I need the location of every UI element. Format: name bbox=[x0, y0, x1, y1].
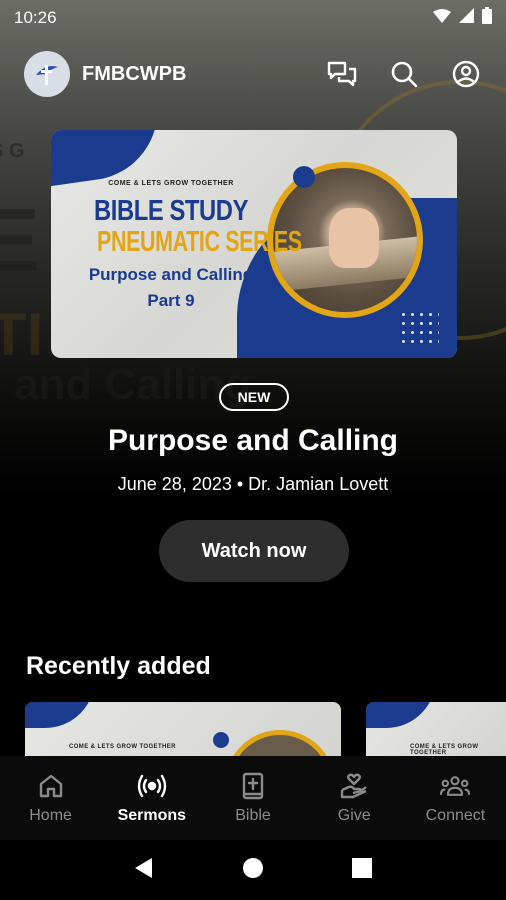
nav-home-label: Home bbox=[29, 807, 72, 824]
nav-give[interactable]: Give bbox=[304, 756, 405, 840]
recents-icon[interactable] bbox=[352, 857, 372, 883]
card-series: PNEUMATIC SERIES bbox=[97, 226, 302, 258]
background-ghost-text: TI bbox=[0, 301, 44, 368]
background-ghost-text: S G bbox=[0, 140, 25, 162]
people-icon bbox=[440, 771, 471, 801]
battery-icon bbox=[482, 7, 492, 29]
recent-card-kicker: COME & LETS GROW TOGETHER bbox=[69, 744, 176, 750]
home-icon bbox=[36, 771, 66, 801]
card-kicker: COME & LETS GROW TOGETHER bbox=[108, 180, 234, 187]
new-badge: NEW bbox=[219, 383, 289, 411]
watch-now-button[interactable]: Watch now bbox=[159, 520, 349, 582]
nav-connect[interactable]: Connect bbox=[405, 756, 506, 840]
nav-give-label: Give bbox=[337, 807, 371, 824]
church-logo[interactable] bbox=[24, 51, 70, 97]
signal-icon bbox=[459, 8, 474, 28]
wifi-icon bbox=[433, 8, 451, 28]
cross-logo-icon bbox=[36, 65, 58, 85]
featured-meta: June 28, 2023 • Dr. Jamian Lovett bbox=[117, 474, 389, 494]
card-part: Part 9 bbox=[147, 291, 195, 310]
card-subtitle: Purpose and Calling bbox=[88, 265, 254, 284]
home-circle-icon[interactable] bbox=[242, 857, 264, 884]
card-decoration bbox=[399, 310, 439, 344]
featured-title: Purpose and Calling bbox=[107, 424, 399, 457]
back-icon[interactable] bbox=[134, 857, 154, 884]
card-text: COME & LETS GROW TOGETHER BIBLE STUDY PN… bbox=[71, 180, 302, 311]
give-icon bbox=[339, 771, 369, 801]
status-time: 10:26 bbox=[14, 8, 57, 27]
app-header: FMBCWPB bbox=[0, 48, 506, 100]
recent-sermon-card[interactable]: COME & LETS GROW TOGETHER bbox=[25, 702, 341, 762]
profile-icon[interactable] bbox=[450, 58, 482, 90]
background-ghost-text: and Calling bbox=[14, 360, 252, 409]
nav-sermons[interactable]: Sermons bbox=[101, 756, 202, 840]
search-icon[interactable] bbox=[388, 58, 420, 90]
card-decoration bbox=[293, 166, 315, 188]
card-title: BIBLE STUDY bbox=[93, 195, 249, 227]
app-title: FMBCWPB bbox=[82, 62, 187, 85]
nav-connect-label: Connect bbox=[425, 807, 486, 824]
recent-sermon-card[interactable]: COME & LETS GROW TOGETHER bbox=[366, 702, 506, 762]
nav-bible-label: Bible bbox=[235, 807, 271, 824]
recent-card-kicker: COME & LETS GROW TOGETHER bbox=[410, 744, 479, 756]
recently-added-heading: Recently added bbox=[26, 652, 211, 680]
broadcast-icon bbox=[137, 771, 167, 801]
bible-icon bbox=[238, 771, 268, 801]
nav-bible[interactable]: Bible bbox=[202, 756, 303, 840]
bottom-navigation: Home Sermons Bible Give Connect bbox=[0, 756, 506, 840]
nav-home[interactable]: Home bbox=[0, 756, 101, 840]
status-icons bbox=[433, 7, 492, 29]
system-navigation-bar bbox=[0, 840, 506, 900]
featured-sermon-card[interactable]: COME & LETS GROW TOGETHER BIBLE STUDY PN… bbox=[51, 130, 457, 358]
nav-sermons-label: Sermons bbox=[117, 807, 187, 824]
status-bar: 10:26 bbox=[0, 0, 506, 36]
chat-icon[interactable] bbox=[326, 58, 358, 90]
